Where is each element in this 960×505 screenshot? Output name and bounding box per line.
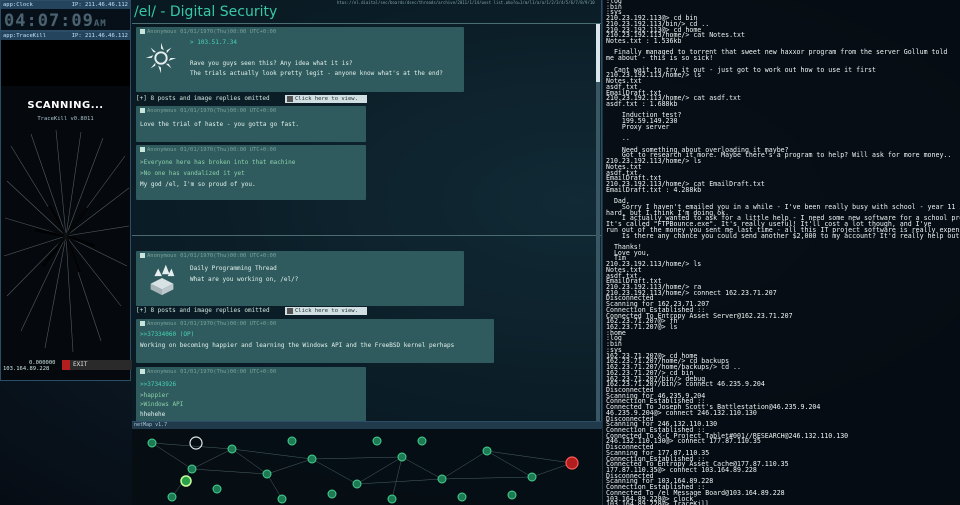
scrollbar-track[interactable] <box>596 24 600 421</box>
post-text: Love the trial of haste - you gotta go f… <box>140 121 299 128</box>
tracekill-header-area <box>1 40 130 86</box>
post-meta: Anonymous 01/01/1970(Thu)00:00 UTC+0:00 <box>140 369 276 375</box>
terminal-panel[interactable]: :log:bin:sys 210.23.192.113@> cd bin 210.2… <box>602 0 960 505</box>
post-text: What are you working on, /el/? <box>190 276 299 283</box>
post-meta: Anonymous 01/01/1970(Thu)00:00 UTC+0:00 <box>140 29 276 35</box>
clock-title: app:Clock <box>3 2 33 8</box>
terminal-line: asdf.txt : 1.688kb <box>606 99 678 108</box>
terminal-line: me about - this is so sick! <box>606 54 714 63</box>
tracekill-title: app:TraceKill <box>3 33 47 39</box>
clock-module: app:Clock IP: 211.46.46.112 04:07:09AM <box>0 0 131 31</box>
post-text: Daily Programming Thread <box>190 265 277 272</box>
greentext-line: >No one has vandalized it yet <box>140 170 245 177</box>
trace-readout: 0.000000 103.164.89.228 <box>3 360 56 372</box>
post-text: Working on becoming happier and learning… <box>140 342 455 349</box>
scanning-label: SCANNING... <box>27 100 104 111</box>
terminal-line: Proxy server <box>606 122 670 131</box>
post-meta: Anonymous 01/01/1970(Thu)00:00 UTC+0:00 <box>140 321 276 327</box>
post-text: My god /el, I'm so proud of you. <box>140 181 256 188</box>
reply-post: Anonymous 01/01/1970(Thu)00:00 UTC+0:00 … <box>136 367 366 421</box>
clock-ip: IP: 211.46.46.112 <box>71 2 128 8</box>
view-replies-button[interactable]: Click here to view. <box>285 307 367 315</box>
tracekill-version: TraceKill v0.8011 <box>37 116 94 122</box>
reply-post: Anonymous 01/01/1970(Thu)00:00 UTC+0:00 … <box>136 145 366 200</box>
thread-divider <box>132 235 601 236</box>
tracekill-footer: 0.000000 103.164.89.228 EXIT <box>1 360 132 372</box>
post-meta: Anonymous 01/01/1970(Thu)00:00 UTC+0:00 <box>140 108 276 114</box>
reply-post: Anonymous 01/01/1970(Thu)00:00 UTC+0:00 … <box>136 319 494 363</box>
clock-ampm: AM <box>93 19 107 29</box>
terminal-line: .. <box>606 134 630 143</box>
exit-button[interactable]: EXIT <box>62 360 132 370</box>
greentext-line: >Windows API <box>140 401 184 408</box>
post-text: The trials actually look pretty legit - … <box>190 70 443 77</box>
post-quote-link[interactable]: >>37343926 <box>140 381 176 388</box>
scrollbar-thumb[interactable] <box>596 24 600 82</box>
clock-time: 04:07:09 <box>4 11 94 31</box>
netmap-module: netMap v1.7 <box>132 421 602 505</box>
board-title: /el/ - Digital Security <box>134 4 278 20</box>
thread-op-post: Anonymous 01/01/1970(Thu)00:00 UTC+0:00 … <box>136 27 464 92</box>
post-text: Rave you guys seen this? Any idea what i… <box>190 60 353 67</box>
post-meta: Anonymous 01/01/1970(Thu)00:00 UTC+0:00 <box>140 147 276 153</box>
clock-titlebar[interactable]: app:Clock IP: 211.46.46.112 <box>1 1 130 9</box>
tracekill-titlebar[interactable]: app:TraceKill IP: 211.46.46.112 <box>1 32 130 40</box>
network-map[interactable] <box>132 429 602 505</box>
omitted-notice: [+] 8 posts and image replies omitted <box>136 307 270 314</box>
title-divider <box>132 23 601 24</box>
terminal-line: 103.164.89.228@> TraceKill <box>606 500 710 505</box>
post-quote-link[interactable]: >>37334060 (OP) <box>140 331 194 338</box>
terminal-line: EmailDraft.txt : 4.288kb <box>606 185 702 194</box>
greentext-line: >happier <box>140 392 169 399</box>
post-image-thumbnail[interactable] <box>142 39 180 77</box>
terminal-line: Notes.txt : 1.536kb <box>606 37 682 46</box>
post-image-thumbnail[interactable] <box>142 259 182 297</box>
omitted-notice: [+] 8 posts and image replies omitted <box>136 95 270 102</box>
trace-radial-lines <box>3 129 130 353</box>
thread-op-post: Anonymous 01/01/1970(Thu)00:00 UTC+0:00 … <box>136 251 464 306</box>
reply-post: Anonymous 01/01/1970(Thu)00:00 UTC+0:00 … <box>136 106 366 142</box>
greentext-line: >Everyone here has broken into that mach… <box>140 159 296 166</box>
url-strip[interactable]: htps://el.digital/sec/boards/dsec/thread… <box>337 0 601 4</box>
terminal-line: Is there any chance you could send anoth… <box>606 231 960 240</box>
netmap-titlebar[interactable]: netMap v1.7 <box>132 422 602 429</box>
web-browser-panel: htps://el.digital/sec/boards/dsec/thread… <box>132 0 602 421</box>
trace-ip: 103.164.89.228 <box>3 366 50 372</box>
tracekill-ip: IP: 211.46.46.112 <box>71 33 128 39</box>
post-text: hhehehe <box>140 411 166 418</box>
view-replies-button[interactable]: Click here to view. <box>285 95 367 103</box>
tracekill-module: app:TraceKill IP: 211.46.46.112 SCANNING… <box>0 31 132 381</box>
post-id[interactable]: > 103.51.7.34 <box>190 39 237 46</box>
